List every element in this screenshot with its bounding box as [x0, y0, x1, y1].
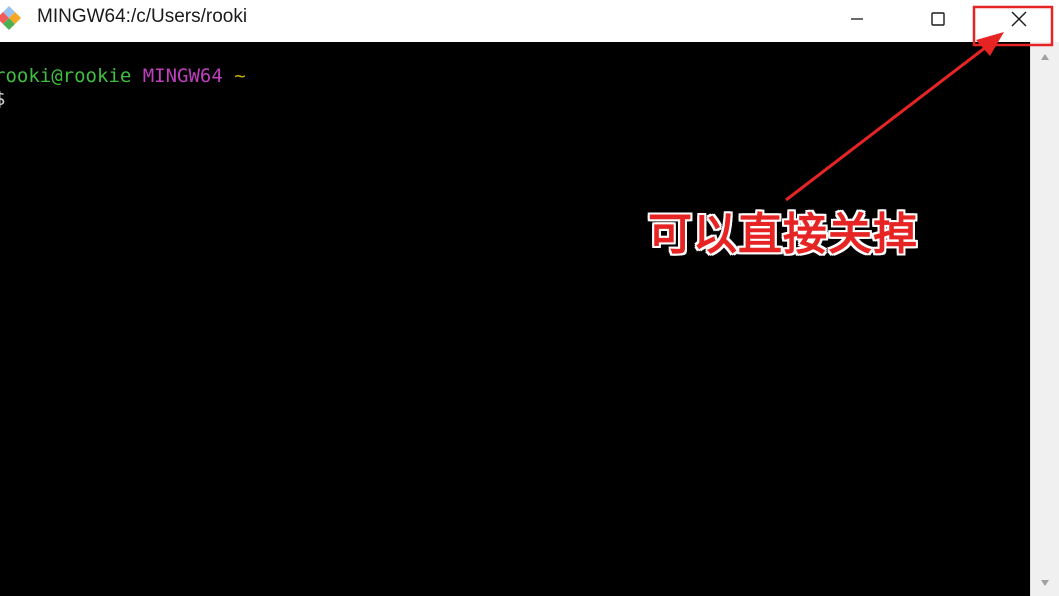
vertical-scrollbar[interactable]: [1030, 42, 1059, 596]
close-icon: [1011, 11, 1027, 27]
terminal-window: MINGW64:/c/Users/rooki rooki@rookie MING…: [0, 0, 1059, 596]
close-button[interactable]: [996, 0, 1042, 38]
caret-up-icon: [1041, 54, 1049, 60]
input-line[interactable]: $: [0, 88, 5, 110]
maximize-icon: [931, 12, 945, 26]
prompt-host: MINGW64: [142, 65, 223, 87]
scroll-down-button[interactable]: [1031, 572, 1059, 594]
git-diamond-icon: [0, 6, 21, 30]
title-bar[interactable]: MINGW64:/c/Users/rooki: [0, 0, 1059, 42]
prompt-path: ~: [234, 65, 246, 87]
minimize-button[interactable]: [834, 0, 880, 38]
caret-down-icon: [1041, 580, 1049, 586]
terminal-output[interactable]: rooki@rookie MINGW64 ~ $: [0, 42, 1030, 596]
annotation-label: 可以直接关掉: [648, 209, 918, 260]
window-title: MINGW64:/c/Users/rooki: [37, 6, 248, 27]
prompt-line: rooki@rookie MINGW64 ~: [0, 65, 246, 87]
prompt-user: rooki@rookie: [0, 65, 132, 87]
maximize-button[interactable]: [915, 0, 961, 38]
scroll-up-button[interactable]: [1031, 46, 1059, 68]
minimize-icon: [851, 18, 863, 20]
